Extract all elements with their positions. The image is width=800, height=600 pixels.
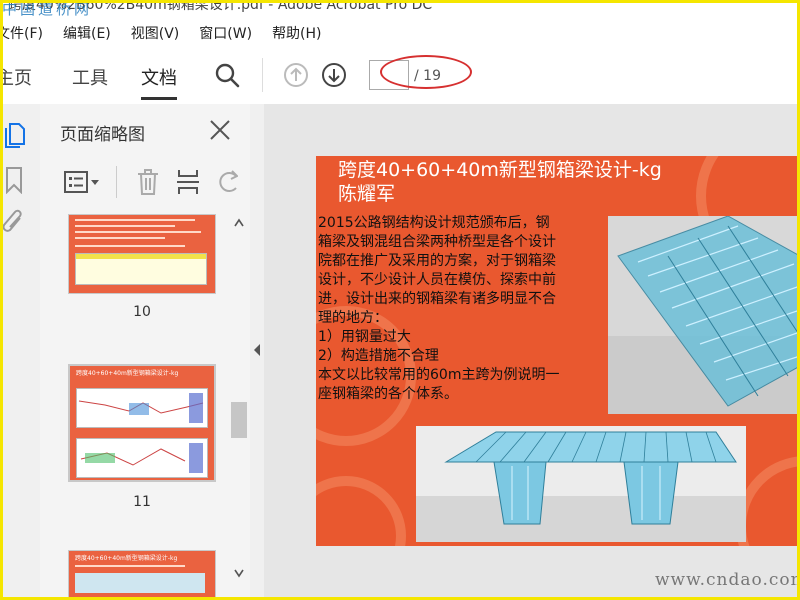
rotate-icon[interactable] <box>218 168 239 200</box>
thumbnail-scrollbar[interactable] <box>230 214 248 594</box>
slide-body: 2015公路钢结构设计规范颁布后，钢 箱梁及钢混组合梁两种桥型是各个设计 院都在… <box>318 214 628 404</box>
pdf-page-slide: 跨度40+60+40m新型钢箱梁设计-kg 陈耀军 2015公路钢结构设计规范颁… <box>316 156 800 546</box>
thumb-table <box>75 253 207 285</box>
toolbar-separator <box>262 58 263 92</box>
thumb-text-line <box>75 565 185 567</box>
menu-bar: 文件(F) 编辑(E) 视图(V) 窗口(W) 帮助(H) <box>0 20 800 46</box>
thumb-image <box>75 573 205 593</box>
thumb-chart <box>76 388 208 428</box>
thumb-text-line <box>75 245 185 247</box>
slide-body-line: 设计，不少设计人员在模仿、探索中前 <box>318 272 556 288</box>
menu-view[interactable]: 视图(V) <box>131 23 180 43</box>
slide-body-line: 本文以比较常用的60m主跨为例说明一 <box>318 367 560 383</box>
thumb-text-line <box>75 219 195 221</box>
annotation-ellipse <box>380 55 472 89</box>
slide-body-line: 理的地方： <box>318 310 388 326</box>
menu-help[interactable]: 帮助(H) <box>272 23 321 43</box>
thumb-text-line <box>75 231 201 233</box>
thumb-text-line <box>75 237 165 239</box>
slide-title-line: 跨度40+60+40m新型钢箱梁设计-kg <box>338 159 662 181</box>
menu-window[interactable]: 窗口(W) <box>199 23 252 43</box>
thumbnail-page[interactable]: 跨度40+60+40m新型钢箱梁设计-kg <box>68 550 216 600</box>
title-bar: 跨度40%2B60%2B40m钢箱梁设计.pdf - Adobe Acrobat… <box>0 0 800 20</box>
panel-separator <box>116 166 117 198</box>
slide-body-line: 箱梁及钢混组合梁两种桥型是各个设计 <box>318 234 556 250</box>
slide-body-line: 院都在推广及采用的方案，对于钢箱梁 <box>318 253 556 269</box>
thumbnail-number: 11 <box>133 494 151 510</box>
slide-body-line: 进，设计出来的钢箱梁有诸多明显不合 <box>318 291 556 307</box>
delete-icon[interactable] <box>136 168 160 200</box>
slide-body-line: 2）构造措施不合理 <box>318 348 439 364</box>
search-icon[interactable] <box>214 62 240 88</box>
slide-body-line: 座钢箱梁的各个体系。 <box>318 386 458 402</box>
menu-edit[interactable]: 编辑(E) <box>63 23 111 43</box>
document-view[interactable]: 跨度40+60+40m新型钢箱梁设计-kg 陈耀军 2015公路钢结构设计规范颁… <box>264 104 800 600</box>
slide-decoration <box>316 476 406 546</box>
bookmark-icon[interactable] <box>4 166 24 198</box>
panel-toolbar <box>40 162 250 202</box>
thumb-text-line <box>75 225 175 227</box>
previous-page-icon[interactable] <box>283 62 309 88</box>
thumb-heading: 跨度40+60+40m新型钢箱梁设计-kg <box>75 555 178 562</box>
watermark-logo: 中国道桥网 <box>2 0 93 18</box>
navigation-rail <box>0 104 41 600</box>
thumbnail-page[interactable] <box>68 214 216 294</box>
slide-author: 陈耀军 <box>338 183 396 205</box>
slide-body-line: 2015公路钢结构设计规范颁布后，钢 <box>318 215 550 231</box>
next-page-icon[interactable] <box>321 62 347 88</box>
thumbnail-list: 10 跨度40+60+40m新型钢箱梁设计-kg 11 跨度40+60+40m新… <box>40 214 230 600</box>
thumb-heading: 跨度40+60+40m新型钢箱梁设计-kg <box>76 370 179 377</box>
page-thumbnails-icon[interactable] <box>4 120 28 152</box>
menu-file[interactable]: 文件(F) <box>0 23 43 43</box>
thumb-chart <box>76 438 208 478</box>
girder-model-image <box>608 215 800 414</box>
slide-body-line: 1）用钢量过大 <box>318 329 411 345</box>
slide-title: 跨度40+60+40m新型钢箱梁设计-kg 陈耀军 <box>338 158 662 206</box>
site-watermark: www.cndao.com <box>655 570 800 590</box>
extract-pages-icon[interactable] <box>176 168 200 200</box>
thumbnail-number: 10 <box>133 304 151 320</box>
tab-home[interactable]: 主页 <box>0 64 32 90</box>
attachment-icon[interactable] <box>2 208 26 242</box>
panel-collapse-bar[interactable] <box>250 104 265 600</box>
thumbnails-panel: 页面缩略图 10 跨度40+60+40m新型钢箱梁设计-kg 11 跨度40+6… <box>40 104 251 600</box>
thumbnail-page-selected[interactable]: 跨度40+60+40m新型钢箱梁设计-kg <box>68 364 216 482</box>
collapse-arrow-icon[interactable] <box>253 342 261 361</box>
panel-title: 页面缩略图 <box>60 125 145 145</box>
tab-tools[interactable]: 工具 <box>72 64 108 90</box>
tab-document[interactable]: 文档 <box>141 64 177 100</box>
options-menu-icon[interactable] <box>64 170 104 198</box>
close-icon[interactable] <box>208 118 232 142</box>
girder-cross-section-image <box>416 426 746 542</box>
